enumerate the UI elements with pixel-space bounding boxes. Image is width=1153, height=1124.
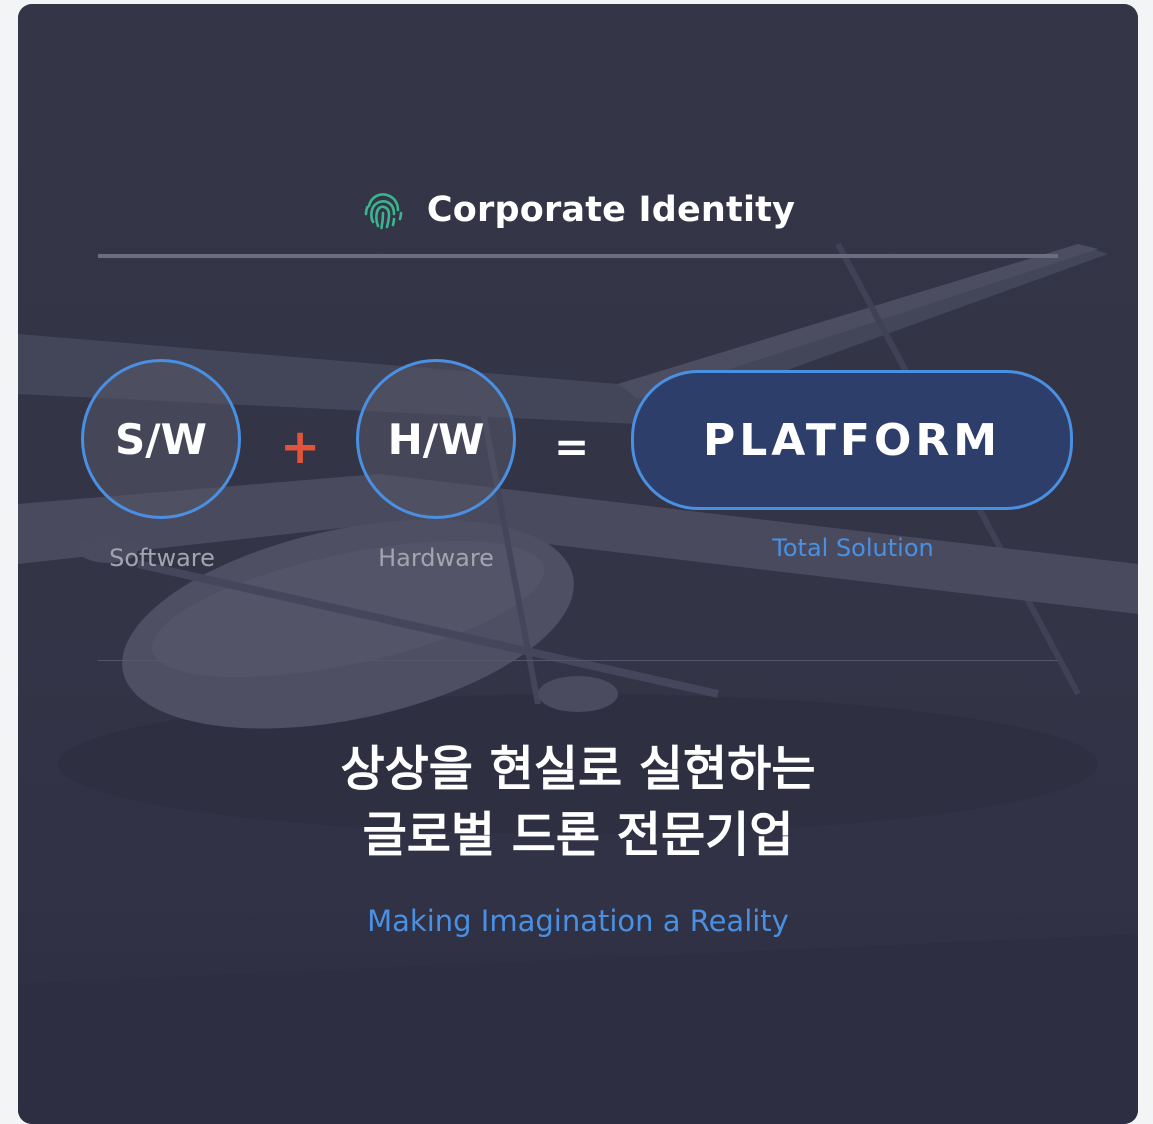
headline-line-2: 글로벌 드론 전문기업: [362, 807, 794, 863]
content-divider: [98, 660, 1058, 661]
corporate-identity-card: Corporate Identity S/W + H/W = PLATFORM …: [18, 4, 1138, 1124]
total-solution-caption: Total Solution: [772, 534, 934, 562]
hardware-circle: H/W: [356, 359, 516, 519]
tagline: Making Imagination a Reality: [367, 904, 789, 938]
headline: 상상을 현실로 실현하는 글로벌 드론 전문기업: [18, 736, 1138, 868]
software-circle: S/W: [81, 359, 241, 519]
section-header: Corporate Identity: [18, 174, 1138, 246]
equals-sign: =: [554, 422, 590, 471]
fingerprint-icon: [364, 193, 403, 230]
section-title: Corporate Identity: [426, 190, 796, 230]
platform-pill: PLATFORM: [631, 370, 1073, 510]
software-caption: Software: [109, 544, 215, 572]
hardware-caption: Hardware: [378, 544, 494, 572]
header-divider: [98, 254, 1058, 258]
headline-line-1: 상상을 현실로 실현하는: [340, 741, 816, 797]
plus-sign: +: [280, 419, 321, 475]
